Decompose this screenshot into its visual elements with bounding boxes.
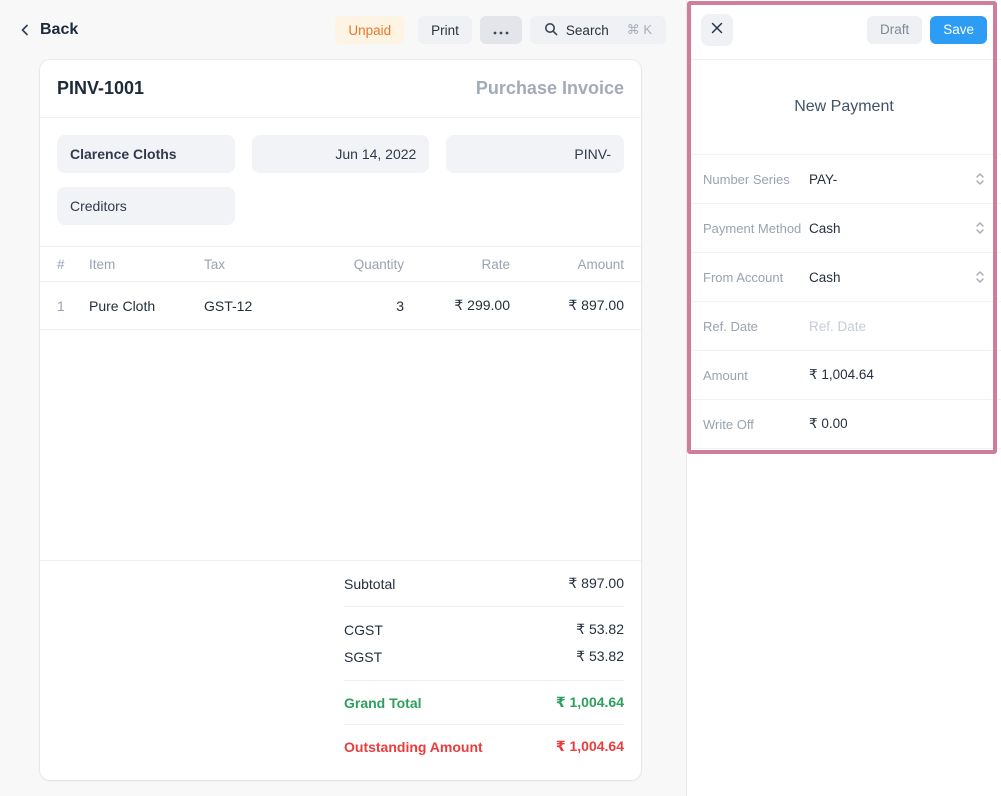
doctype-label: Purchase Invoice xyxy=(476,78,624,99)
grand-total-value: ₹ 1,004.64 xyxy=(556,694,624,711)
col-header-quantity: Quantity xyxy=(314,257,404,272)
close-icon xyxy=(711,22,723,37)
field-from-account: From Account Cash xyxy=(687,253,1001,302)
payment-form: Number Series PAY- Payment Method Cash xyxy=(687,155,1001,449)
field-payment-method: Payment Method Cash xyxy=(687,204,1001,253)
write-off-input[interactable]: ₹ 0.00 xyxy=(809,416,848,432)
field-write-off: Write Off ₹ 0.00 xyxy=(687,400,1001,449)
back-label: Back xyxy=(40,21,78,39)
invoice-view: Back Unpaid Print xyxy=(0,0,686,796)
field-label: Amount xyxy=(703,368,809,383)
number-series-field[interactable]: PINV- xyxy=(446,135,624,173)
row-number-cell: 1 xyxy=(57,298,89,314)
invoice-title: PINV-1001 xyxy=(57,78,144,99)
quantity-cell[interactable]: 3 xyxy=(314,298,404,314)
chevron-updown-icon xyxy=(975,172,985,186)
panel-title: New Payment xyxy=(687,60,1001,155)
save-button[interactable]: Save xyxy=(930,16,987,44)
field-label: Ref. Date xyxy=(703,319,809,334)
more-button[interactable] xyxy=(480,16,522,44)
payment-method-select[interactable]: Cash xyxy=(809,221,841,236)
tax-cell[interactable]: GST-12 xyxy=(204,298,314,314)
col-header-tax: Tax xyxy=(204,257,314,272)
outstanding-value: ₹ 1,004.64 xyxy=(556,738,624,755)
panel-actions: Draft Save xyxy=(867,16,987,44)
search-button[interactable]: Search ⌘ K xyxy=(530,16,666,44)
topbar: Back Unpaid Print xyxy=(0,0,686,60)
field-label: Number Series xyxy=(703,172,809,187)
field-label: From Account xyxy=(703,270,809,285)
amount-cell: ₹ 897.00 xyxy=(510,297,624,314)
col-header-item: Item xyxy=(89,257,204,272)
subtotal-value: ₹ 897.00 xyxy=(568,575,624,592)
close-button[interactable] xyxy=(701,14,733,46)
items-table-header: # Item Tax Quantity Rate Amount xyxy=(40,246,641,282)
status-badge: Unpaid xyxy=(335,16,404,44)
draft-button[interactable]: Draft xyxy=(867,16,922,44)
field-number-series: Number Series PAY- xyxy=(687,155,1001,204)
table-row[interactable]: 1 Pure Cloth GST-12 3 ₹ 299.00 ₹ 897.00 xyxy=(40,282,641,330)
ref-date-input[interactable]: Ref. Date xyxy=(809,319,866,334)
totals-section: Subtotal ₹ 897.00 CGST ₹ 53.82 SGST ₹ 53… xyxy=(40,560,641,769)
sgst-value: ₹ 53.82 xyxy=(576,648,624,665)
app-root: Back Unpaid Print xyxy=(0,0,1001,796)
account-field[interactable]: Creditors xyxy=(57,187,235,225)
field-label: Write Off xyxy=(703,417,809,432)
date-field[interactable]: Jun 14, 2022 xyxy=(252,135,430,173)
cgst-label: CGST xyxy=(344,622,383,638)
chevron-updown-icon xyxy=(975,221,985,235)
search-icon xyxy=(544,22,558,39)
topbar-actions: Unpaid Print Search xyxy=(335,16,666,44)
ellipsis-icon xyxy=(493,23,509,38)
panel-header: Draft Save xyxy=(687,0,1001,60)
invoice-fields: Clarence Cloths Jun 14, 2022 PINV- Credi… xyxy=(40,118,641,246)
from-account-select[interactable]: Cash xyxy=(809,270,841,285)
col-header-amount: Amount xyxy=(510,257,624,272)
rate-cell[interactable]: ₹ 299.00 xyxy=(404,297,510,314)
cgst-value: ₹ 53.82 xyxy=(576,621,624,638)
amount-input[interactable]: ₹ 1,004.64 xyxy=(809,367,874,383)
search-shortcut: ⌘ K xyxy=(627,22,652,38)
party-field[interactable]: Clarence Cloths xyxy=(57,135,235,173)
chevron-left-icon xyxy=(18,23,32,37)
col-header-rate: Rate xyxy=(404,257,510,272)
col-header-num: # xyxy=(57,257,89,272)
field-ref-date: Ref. Date Ref. Date xyxy=(687,302,1001,351)
field-label: Payment Method xyxy=(703,221,809,236)
chevron-updown-icon xyxy=(975,270,985,284)
invoice-card: PINV-1001 Purchase Invoice Clarence Clot… xyxy=(40,60,641,780)
subtotal-label: Subtotal xyxy=(344,576,395,592)
new-payment-panel: Draft Save New Payment Number Series PAY… xyxy=(686,0,1001,796)
grand-total-label: Grand Total xyxy=(344,695,422,711)
number-series-select[interactable]: PAY- xyxy=(809,172,837,187)
outstanding-label: Outstanding Amount xyxy=(344,739,483,755)
back-button[interactable]: Back xyxy=(18,21,78,39)
invoice-card-header: PINV-1001 Purchase Invoice xyxy=(40,60,641,118)
search-label: Search xyxy=(566,23,609,38)
field-amount: Amount ₹ 1,004.64 xyxy=(687,351,1001,400)
sgst-label: SGST xyxy=(344,649,382,665)
print-button[interactable]: Print xyxy=(418,16,472,44)
item-cell[interactable]: Pure Cloth xyxy=(89,298,204,314)
